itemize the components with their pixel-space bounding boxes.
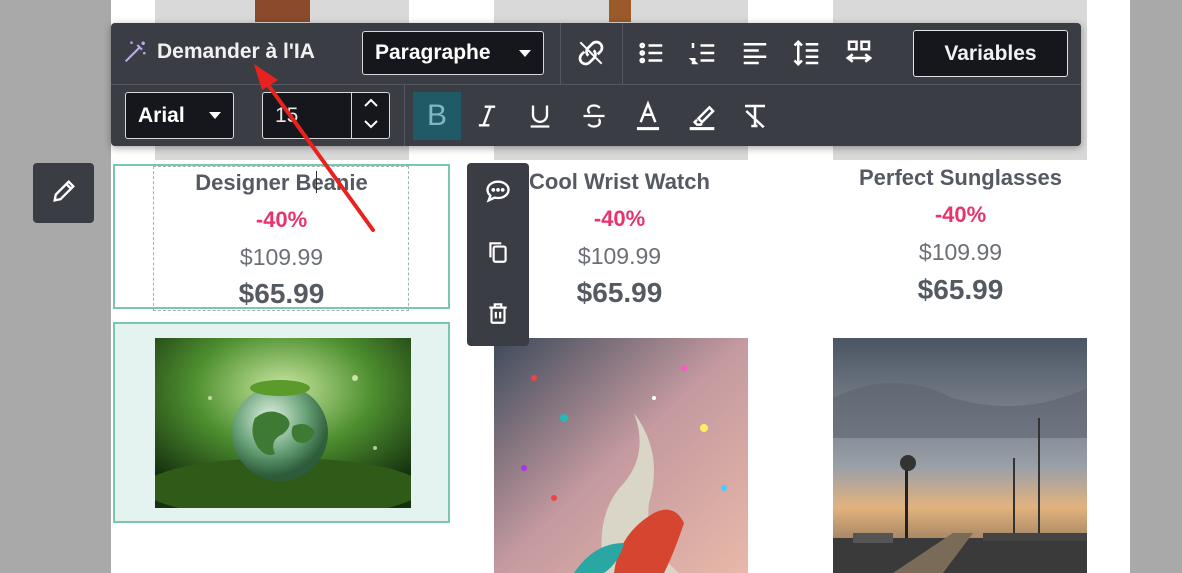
annotation-arrow — [254, 64, 375, 232]
